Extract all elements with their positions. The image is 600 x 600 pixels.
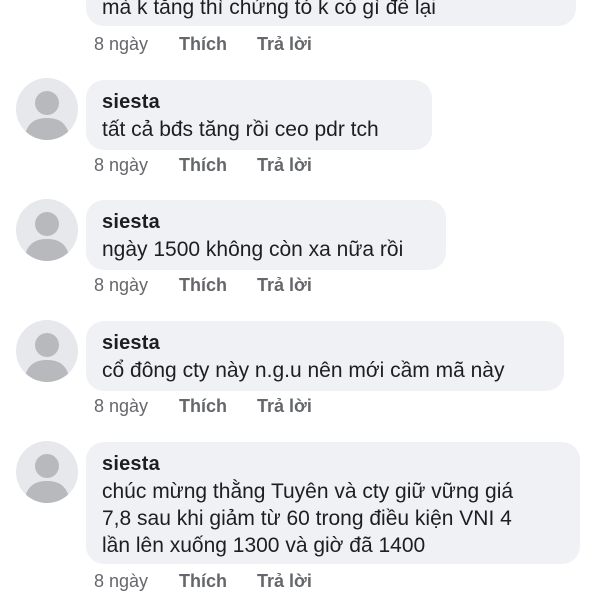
like-button[interactable]: Thích (179, 275, 257, 296)
comment-author[interactable]: siesta (102, 210, 428, 234)
reply-button[interactable]: Trả lời (257, 571, 312, 592)
comment-text: ngày 1500 không còn xa nữa rồi (102, 238, 404, 261)
like-button[interactable]: Thích (179, 571, 257, 592)
comment-bubble: siesta ngày 1500 không còn xa nữa rồi (86, 200, 446, 270)
comment-text: tất cả bđs tăng rồi ceo pdr tch (102, 118, 379, 141)
reply-button[interactable]: Trả lời (257, 275, 312, 296)
comment-author[interactable]: siesta (102, 90, 414, 114)
comment-actions: 8 ngày Thích Trả lời (94, 568, 312, 594)
reply-button[interactable]: Trả lời (257, 155, 312, 176)
user-silhouette-icon (24, 333, 70, 382)
like-button[interactable]: Thích (179, 34, 257, 55)
reply-button[interactable]: Trả lời (257, 396, 312, 417)
comment-time: 8 ngày (94, 570, 149, 591)
user-silhouette-icon (24, 212, 70, 261)
comment-time: 8 ngày (94, 33, 149, 54)
reply-button[interactable]: Trả lời (257, 34, 312, 55)
comment-time: 8 ngày (94, 154, 149, 175)
comment-text: mà k tăng thì chứng tỏ k có gì để lại (102, 0, 436, 19)
comment-text: chúc mừng thằng Tuyên và cty giữ vững gi… (102, 478, 562, 559)
comment-bubble: mà k tăng thì chứng tỏ k có gì để lại (86, 0, 576, 26)
comment-actions: 8 ngày Thích Trả lời (94, 152, 312, 178)
avatar[interactable] (16, 441, 78, 503)
like-button[interactable]: Thích (179, 396, 257, 417)
comment-text: cổ đông cty này n.g.u nên mới cầm mã này (102, 359, 505, 382)
like-button[interactable]: Thích (179, 155, 257, 176)
avatar[interactable] (16, 78, 78, 140)
comment-bubble: siesta chúc mừng thằng Tuyên và cty giữ … (86, 442, 580, 564)
comment-actions: 8 ngày Thích Trả lời (94, 31, 312, 57)
user-silhouette-icon (24, 91, 70, 140)
comment-text-line: 7,8 sau khi giảm từ 60 trong điều kiện V… (102, 507, 512, 530)
comment-time: 8 ngày (94, 274, 149, 295)
user-silhouette-icon (24, 454, 70, 503)
comment-text-line: lần lên xuống 1300 và giờ đã 1400 (102, 534, 426, 557)
comment-actions: 8 ngày Thích Trả lời (94, 272, 312, 298)
comment-bubble: siesta tất cả bđs tăng rồi ceo pdr tch (86, 80, 432, 150)
comment-text-line: chúc mừng thằng Tuyên và cty giữ vững gi… (102, 480, 514, 503)
comment-actions: 8 ngày Thích Trả lời (94, 393, 312, 419)
comment-author[interactable]: siesta (102, 331, 546, 355)
comment-author[interactable]: siesta (102, 452, 562, 476)
avatar[interactable] (16, 199, 78, 261)
comment-time: 8 ngày (94, 395, 149, 416)
avatar[interactable] (16, 320, 78, 382)
comment-bubble: siesta cổ đông cty này n.g.u nên mới cầm… (86, 321, 564, 391)
